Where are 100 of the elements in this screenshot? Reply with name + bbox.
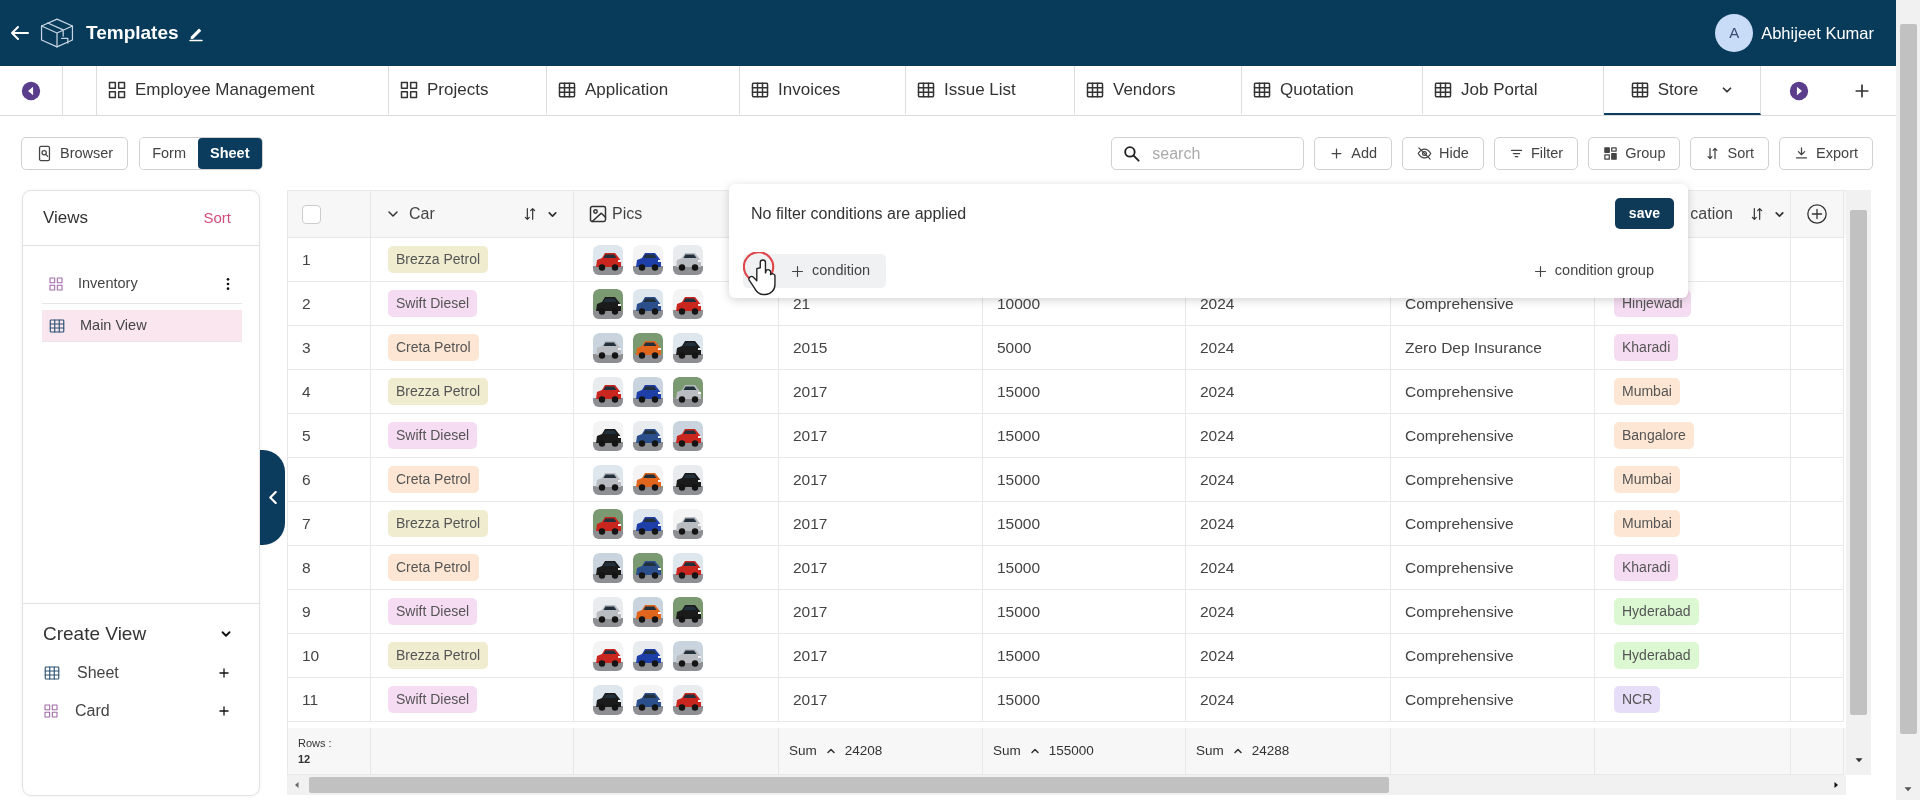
eye-off-icon bbox=[1417, 146, 1433, 161]
save-button[interactable]: save bbox=[1614, 198, 1674, 229]
sum-label: Sum bbox=[789, 741, 817, 760]
table-cell-text: 5000 bbox=[997, 337, 1032, 358]
plus-icon bbox=[217, 666, 231, 680]
table-cell-text: 2024 bbox=[1200, 557, 1235, 578]
scrollbar[interactable] bbox=[1846, 190, 1871, 775]
plus-icon bbox=[217, 704, 231, 718]
table-cell-text: 2024 bbox=[1200, 645, 1235, 666]
group-button[interactable]: Group bbox=[1588, 137, 1681, 170]
section-title: Create View bbox=[43, 621, 147, 646]
select-all-checkbox[interactable] bbox=[302, 204, 321, 224]
table-cell-text: 10000 bbox=[997, 293, 1041, 314]
view-item[interactable]: Inventory bbox=[42, 264, 242, 304]
table-cell-text: 15000 bbox=[997, 689, 1041, 710]
collapse-button[interactable] bbox=[260, 450, 285, 545]
add-button[interactable]: Add bbox=[1314, 137, 1393, 170]
table-cell-text: 15000 bbox=[997, 513, 1041, 534]
view-mode-toggle[interactable]: Sheet bbox=[198, 138, 262, 169]
table-icon bbox=[43, 664, 61, 682]
browser-button[interactable]: Browser bbox=[21, 137, 129, 170]
column-header: Car bbox=[409, 204, 435, 224]
scrollbar-thumb[interactable] bbox=[1850, 210, 1867, 715]
table-cell-text: 2017 bbox=[793, 601, 828, 622]
car-tag: Creta Petrol bbox=[388, 554, 479, 581]
row-number: 4 bbox=[302, 381, 311, 402]
row-number: 2 bbox=[302, 293, 311, 314]
user-name: Abhijeet Kumar bbox=[1761, 22, 1874, 44]
row-number: 10 bbox=[302, 645, 320, 666]
table-cell-text: 15000 bbox=[997, 425, 1041, 446]
car-tag: Swift Diesel bbox=[388, 290, 478, 317]
user-avatar[interactable]: A bbox=[1715, 14, 1754, 52]
table-cell-text: 2024 bbox=[1200, 601, 1235, 622]
sort-link[interactable]: Sort bbox=[203, 206, 231, 230]
table-cell-text: 2024 bbox=[1200, 425, 1235, 446]
car-tag: Swift Diesel bbox=[388, 598, 478, 625]
table-cell-text: Comprehensive bbox=[1405, 645, 1514, 666]
table-cell-text: 2024 bbox=[1200, 513, 1235, 534]
car-tag: Swift Diesel bbox=[388, 422, 478, 449]
scroll-right-icon[interactable] bbox=[1789, 80, 1809, 101]
table-cell-text: 2017 bbox=[793, 557, 828, 578]
table-cell-text: 21 bbox=[793, 293, 811, 314]
table-cell-text: 2017 bbox=[793, 689, 828, 710]
add-condition-group-button[interactable]: condition group bbox=[1525, 259, 1660, 283]
card-view-icon bbox=[48, 275, 64, 292]
add-column-icon[interactable] bbox=[1806, 203, 1828, 225]
table-cell-text: 2017 bbox=[793, 381, 828, 402]
export-button[interactable]: Export bbox=[1779, 137, 1873, 170]
sum-value: 24288 bbox=[1251, 741, 1290, 760]
scroll-left-icon[interactable] bbox=[21, 80, 41, 101]
table-cell-text: Comprehensive bbox=[1405, 557, 1514, 578]
table-cell-text: 2017 bbox=[793, 425, 828, 446]
car-tag: Creta Petrol bbox=[388, 334, 479, 361]
sum-value: 24208 bbox=[844, 741, 883, 760]
group-icon bbox=[1603, 146, 1619, 161]
view-item[interactable]: Main View bbox=[42, 310, 242, 342]
scrollbar[interactable] bbox=[287, 775, 1846, 795]
filter-button[interactable]: Filter bbox=[1493, 137, 1579, 170]
table-cell-text: 2017 bbox=[793, 513, 828, 534]
row-number: 1 bbox=[302, 249, 311, 270]
scrollbar-thumb[interactable] bbox=[309, 777, 1389, 793]
scrollbar[interactable] bbox=[1896, 0, 1920, 800]
table-cell-text: Comprehensive bbox=[1405, 689, 1514, 710]
column-header: Pics bbox=[612, 204, 643, 224]
plus-icon bbox=[1329, 146, 1345, 161]
sort-button[interactable]: Sort bbox=[1690, 137, 1770, 170]
filter-message: No filter conditions are applied bbox=[750, 203, 967, 224]
table-cell-text: 2024 bbox=[1200, 689, 1235, 710]
search-field[interactable]: search bbox=[1111, 137, 1305, 170]
location-tag: Hyderabad bbox=[1614, 642, 1699, 669]
sum-label: Sum bbox=[1196, 741, 1224, 760]
row-number: 3 bbox=[302, 337, 311, 358]
table-cell-text: 2015 bbox=[793, 337, 828, 358]
location-tag: Kharadi bbox=[1614, 554, 1679, 581]
page-title: Templates bbox=[86, 20, 179, 45]
table-cell-text: Zero Dep Insurance bbox=[1405, 337, 1542, 358]
rows-label: Rows : bbox=[298, 735, 332, 751]
hide-button[interactable]: Hide bbox=[1402, 137, 1484, 170]
row-number: 11 bbox=[302, 689, 319, 710]
table-cell-text: 15000 bbox=[997, 469, 1041, 490]
car-tag: Brezza Petrol bbox=[388, 510, 489, 537]
sort-icon[interactable] bbox=[1749, 206, 1765, 222]
browser-icon bbox=[36, 145, 53, 162]
location-tag: NCR bbox=[1614, 686, 1661, 713]
table-cell-text: Comprehensive bbox=[1405, 601, 1514, 622]
search-icon bbox=[1122, 144, 1142, 163]
sort-icon[interactable] bbox=[522, 206, 538, 222]
table-icon bbox=[48, 316, 66, 335]
download-icon bbox=[1794, 146, 1810, 161]
row-number: 9 bbox=[302, 601, 311, 622]
location-tag: Bangalore bbox=[1614, 422, 1694, 449]
row-number: 6 bbox=[302, 469, 311, 490]
table-cell-text: 15000 bbox=[997, 381, 1041, 402]
table-cell-text: 2024 bbox=[1200, 381, 1235, 402]
table-cell-text: Comprehensive bbox=[1405, 293, 1514, 314]
card-view-icon bbox=[43, 703, 59, 719]
table-cell-text: Comprehensive bbox=[1405, 469, 1514, 490]
scrollbar-thumb[interactable] bbox=[1899, 24, 1917, 734]
tab[interactable]: Store bbox=[1604, 66, 1761, 115]
dashboard-icon bbox=[107, 79, 127, 100]
